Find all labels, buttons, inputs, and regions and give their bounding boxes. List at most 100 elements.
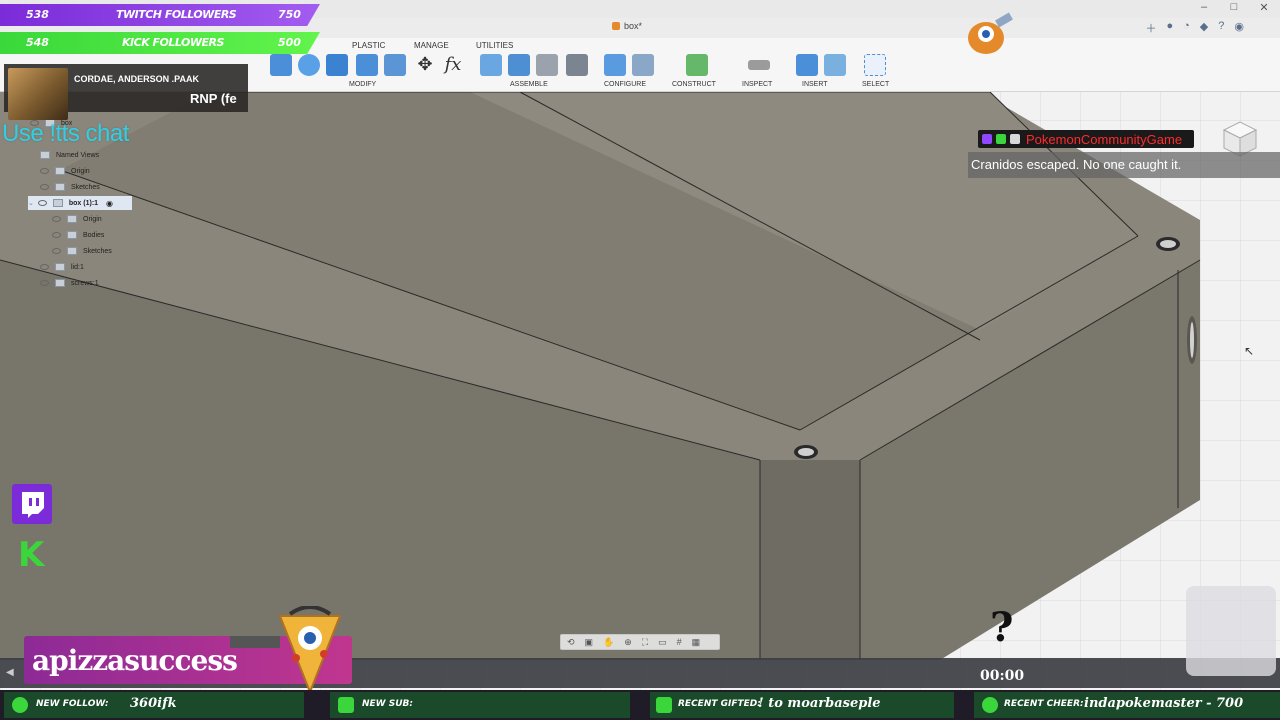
group-inspect[interactable]: INSPECT xyxy=(742,81,772,88)
group-construct[interactable]: CONSTRUCT xyxy=(672,81,716,88)
press-pull-icon[interactable] xyxy=(270,54,292,76)
browser-named-views[interactable]: Named Views xyxy=(40,148,99,162)
folder-icon xyxy=(67,231,77,239)
activate-icon[interactable]: ◉ xyxy=(106,199,113,208)
component-icon xyxy=(55,263,65,271)
select-icon[interactable] xyxy=(864,54,886,76)
pokeball-badge-icon xyxy=(1010,134,1020,144)
browser-sub-origin[interactable]: Origin xyxy=(52,212,102,226)
eye-icon[interactable] xyxy=(40,184,49,190)
configure-icon[interactable] xyxy=(604,54,626,76)
group-configure[interactable]: CONFIGURE xyxy=(604,81,646,88)
group-select[interactable]: SELECT xyxy=(862,81,889,88)
browser-component-screws[interactable]: screws:1 xyxy=(40,276,99,290)
folder-icon xyxy=(55,167,65,175)
pizza-mascot-icon xyxy=(230,606,342,695)
kick-logo-icon: K xyxy=(18,535,45,575)
group-modify[interactable]: MODIFY xyxy=(349,81,376,88)
now-playing-widget: CORDAE, ANDERSON .PAAK RNP (fe xyxy=(4,64,248,120)
job-status-icon[interactable]: ◔ xyxy=(1183,20,1190,36)
kick-follower-goal: 548 KICK FOLLOWERS 500 xyxy=(0,32,320,54)
pcg-message: Cranidos escaped. No one caught it. xyxy=(968,152,1280,178)
maximize-icon[interactable]: □ xyxy=(1220,1,1248,13)
folder-icon xyxy=(55,183,65,191)
album-art xyxy=(8,68,68,120)
mouse-cursor-icon: ↖ xyxy=(1244,344,1255,358)
ticker-new-sub: NEW SUB: xyxy=(330,692,630,718)
pcg-title: PokemonCommunityGame xyxy=(978,130,1194,148)
eye-icon[interactable] xyxy=(40,264,49,270)
twitch-badge-icon xyxy=(982,134,992,144)
offset-face-icon[interactable] xyxy=(384,54,406,76)
event-ticker: NEW FOLLOW: 360ifk NEW SUB: RECENT GIFTE… xyxy=(0,690,1280,720)
group-assemble[interactable]: ASSEMBLE xyxy=(510,81,548,88)
ticker-recent-cheer: RECENT CHEER: indapokemaster - 700 xyxy=(974,692,1280,718)
mascot-sticker-icon xyxy=(968,12,1013,54)
look-at-icon[interactable]: ▣ xyxy=(585,637,594,648)
component-icon xyxy=(52,199,63,207)
help-icon[interactable]: ? xyxy=(1218,20,1224,36)
fillet-icon[interactable] xyxy=(298,54,320,76)
browser-bodies[interactable]: Bodies xyxy=(52,228,104,242)
combine-icon[interactable] xyxy=(356,54,378,76)
zoom-icon[interactable]: ⊕ xyxy=(624,637,632,648)
grid-icon[interactable]: # xyxy=(677,637,682,647)
joint-origin-icon[interactable] xyxy=(566,54,588,76)
notifications-icon[interactable]: ◆ xyxy=(1200,20,1208,36)
eye-icon[interactable] xyxy=(52,216,61,222)
measure-icon[interactable] xyxy=(748,60,770,70)
folder-icon xyxy=(40,151,50,159)
parameters-icon[interactable]: fx xyxy=(442,54,464,76)
crown-icon xyxy=(338,697,354,713)
component-icon xyxy=(55,279,65,287)
extensions-icon[interactable]: ● xyxy=(1166,20,1173,36)
tab-utilities[interactable]: UTILITIES xyxy=(476,41,513,50)
new-tab-icon[interactable]: ＋ xyxy=(1145,20,1156,36)
eye-icon[interactable] xyxy=(40,280,49,286)
as-built-joint-icon[interactable] xyxy=(536,54,558,76)
eye-icon[interactable] xyxy=(52,232,61,238)
ticker-recent-gifted: RECENT GIFTED: ! to moarbaseple xyxy=(650,692,954,718)
minimize-icon[interactable]: – xyxy=(1190,1,1218,13)
pan-icon[interactable]: ✋ xyxy=(603,637,614,648)
insert-mesh-icon[interactable] xyxy=(796,54,818,76)
offset-plane-icon[interactable] xyxy=(686,54,708,76)
tab-plastic[interactable]: PLASTIC xyxy=(352,41,385,50)
question-mark-icon: ? xyxy=(990,604,1014,651)
browser-component-box[interactable]: ⌄ box (1):1 ◉ xyxy=(28,196,132,210)
viewports-icon[interactable]: ▦ xyxy=(692,637,701,648)
configure-table-icon[interactable] xyxy=(632,54,654,76)
paw-icon xyxy=(982,697,998,713)
fit-icon[interactable]: ⛶ xyxy=(642,637,648,648)
group-insert[interactable]: INSERT xyxy=(802,81,828,88)
ticker-new-follow: NEW FOLLOW: 360ifk xyxy=(4,692,304,718)
document-icon xyxy=(612,22,620,30)
tab-manage[interactable]: MANAGE xyxy=(414,41,449,50)
close-icon[interactable]: ✕ xyxy=(1250,1,1278,14)
eye-icon[interactable] xyxy=(40,168,49,174)
move-icon[interactable]: ✥ xyxy=(414,54,436,76)
eye-icon[interactable] xyxy=(37,200,47,206)
browser-sub-sketches[interactable]: Sketches xyxy=(52,244,112,258)
stream-timer: 00:00 xyxy=(980,668,1025,684)
chevron-down-icon[interactable]: ⌄ xyxy=(28,199,34,207)
timeline-play-icon[interactable]: ◀ xyxy=(6,667,14,678)
eye-icon[interactable] xyxy=(52,248,61,254)
browser-origin[interactable]: Origin xyxy=(40,164,90,178)
new-component-icon[interactable] xyxy=(480,54,502,76)
insert-image-icon[interactable] xyxy=(824,54,846,76)
account-icon[interactable]: ◉ xyxy=(1234,20,1244,36)
document-tab[interactable]: box* xyxy=(612,21,642,31)
track-title: RNP (fe xyxy=(190,91,237,106)
orbit-icon[interactable]: ⟲ xyxy=(567,637,575,648)
shell-icon[interactable] xyxy=(326,54,348,76)
gift-icon xyxy=(656,697,672,713)
verified-badge-icon xyxy=(996,134,1006,144)
joint-icon[interactable] xyxy=(508,54,530,76)
display-settings-icon[interactable]: ▭ xyxy=(658,637,667,648)
browser-sketches[interactable]: Sketches xyxy=(40,180,100,194)
twitch-follower-goal: 538 TWITCH FOLLOWERS 750 xyxy=(0,4,320,26)
browser-component-lid[interactable]: lid:1 xyxy=(40,260,84,274)
artist-name: CORDAE, ANDERSON .PAAK xyxy=(74,74,200,84)
plant-pot-widget xyxy=(1186,586,1276,676)
